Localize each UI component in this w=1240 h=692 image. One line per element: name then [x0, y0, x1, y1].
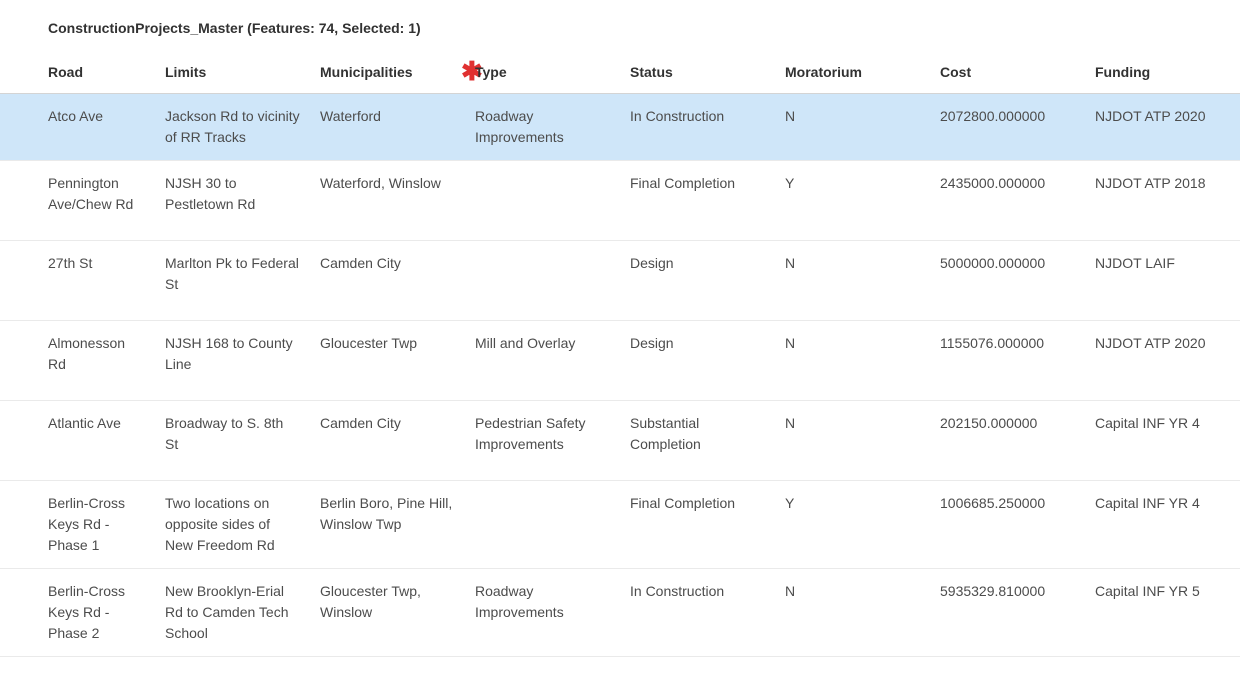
- column-header-label: Funding: [1095, 64, 1150, 80]
- cell-status[interactable]: Design: [620, 241, 775, 321]
- cell-funding[interactable]: Capital INF YR 4: [1085, 401, 1240, 481]
- column-header-label: Municipalities: [320, 64, 413, 80]
- cell-municipalities[interactable]: Camden City: [310, 401, 465, 481]
- cell-type[interactable]: Pedestrian Safety Improvements: [465, 401, 620, 481]
- cell-moratorium[interactable]: N: [775, 401, 930, 481]
- cell-road[interactable]: Berlin-Cross Keys Rd - Phase 2: [0, 569, 155, 657]
- cell-road[interactable]: Atco Ave: [0, 94, 155, 161]
- cell-cost[interactable]: 202150.000000: [930, 401, 1085, 481]
- cell-cost[interactable]: 5000000.000000: [930, 241, 1085, 321]
- cell-limits[interactable]: Two locations on opposite sides of New F…: [155, 481, 310, 569]
- cell-limits[interactable]: Marlton Pk to Federal St: [155, 241, 310, 321]
- cell-moratorium[interactable]: N: [775, 241, 930, 321]
- cell-road[interactable]: Almonesson Rd: [0, 321, 155, 401]
- column-header-funding[interactable]: Funding: [1085, 52, 1240, 94]
- cell-road[interactable]: Berlin-Cross Keys Rd - Phase 1: [0, 481, 155, 569]
- cell-cost[interactable]: 5935329.810000: [930, 569, 1085, 657]
- cell-status[interactable]: In Construction: [620, 94, 775, 161]
- cell-funding[interactable]: NJDOT ATP 2020: [1085, 94, 1240, 161]
- cell-type[interactable]: [465, 481, 620, 569]
- cell-funding[interactable]: NJDOT ATP 2020: [1085, 321, 1240, 401]
- cell-road[interactable]: Atlantic Ave: [0, 401, 155, 481]
- table-row[interactable]: Pennington Ave/Chew RdNJSH 30 to Pestlet…: [0, 161, 1240, 241]
- column-header-type[interactable]: Type: [465, 52, 620, 94]
- cell-type[interactable]: Roadway Improvements: [465, 569, 620, 657]
- cell-cost[interactable]: 1155076.000000: [930, 321, 1085, 401]
- cell-limits[interactable]: Broadway to S. 8th St: [155, 401, 310, 481]
- cell-limits[interactable]: New Brooklyn-Erial Rd to Camden Tech Sch…: [155, 569, 310, 657]
- cell-moratorium[interactable]: N: [775, 321, 930, 401]
- attribute-table: Road Limits Municipalities✱ Type Status Morat…: [0, 52, 1240, 657]
- cell-type[interactable]: [465, 241, 620, 321]
- cell-moratorium[interactable]: Y: [775, 161, 930, 241]
- column-header-label: Type: [475, 64, 507, 80]
- table-row[interactable]: Berlin-Cross Keys Rd - Phase 1Two locati…: [0, 481, 1240, 569]
- cell-funding[interactable]: NJDOT LAIF: [1085, 241, 1240, 321]
- column-header-cost[interactable]: Cost: [930, 52, 1085, 94]
- column-header-limits[interactable]: Limits: [155, 52, 310, 94]
- attribute-table-panel: ConstructionProjects_Master (Features: 7…: [0, 0, 1240, 657]
- cell-municipalities[interactable]: Gloucester Twp: [310, 321, 465, 401]
- cell-municipalities[interactable]: Camden City: [310, 241, 465, 321]
- cell-cost[interactable]: 2435000.000000: [930, 161, 1085, 241]
- cell-status[interactable]: Substantial Completion: [620, 401, 775, 481]
- cell-status[interactable]: In Construction: [620, 569, 775, 657]
- column-header-moratorium[interactable]: Moratorium: [775, 52, 930, 94]
- cell-cost[interactable]: 1006685.250000: [930, 481, 1085, 569]
- column-header-label: Limits: [165, 64, 206, 80]
- table-row[interactable]: Atco AveJackson Rd to vicinity of RR Tra…: [0, 94, 1240, 161]
- cell-municipalities[interactable]: Berlin Boro, Pine Hill, Winslow Twp: [310, 481, 465, 569]
- cell-municipalities[interactable]: Waterford, Winslow: [310, 161, 465, 241]
- table-title: ConstructionProjects_Master (Features: 7…: [0, 20, 1240, 52]
- cell-type[interactable]: Mill and Overlay: [465, 321, 620, 401]
- cell-funding[interactable]: NJDOT ATP 2018: [1085, 161, 1240, 241]
- column-header-road[interactable]: Road: [0, 52, 155, 94]
- cell-type[interactable]: Roadway Improvements: [465, 94, 620, 161]
- table-header-row: Road Limits Municipalities✱ Type Status Morat…: [0, 52, 1240, 94]
- cell-road[interactable]: 27th St: [0, 241, 155, 321]
- cell-municipalities[interactable]: Gloucester Twp, Winslow: [310, 569, 465, 657]
- table-row[interactable]: Almonesson RdNJSH 168 to County LineGlou…: [0, 321, 1240, 401]
- table-row[interactable]: Atlantic AveBroadway to S. 8th StCamden …: [0, 401, 1240, 481]
- cell-status[interactable]: Design: [620, 321, 775, 401]
- cell-status[interactable]: Final Completion: [620, 161, 775, 241]
- cell-moratorium[interactable]: N: [775, 94, 930, 161]
- cell-moratorium[interactable]: N: [775, 569, 930, 657]
- table-row[interactable]: Berlin-Cross Keys Rd - Phase 2New Brookl…: [0, 569, 1240, 657]
- cell-status[interactable]: Final Completion: [620, 481, 775, 569]
- cell-road[interactable]: Pennington Ave/Chew Rd: [0, 161, 155, 241]
- column-header-label: Road: [48, 64, 83, 80]
- cell-type[interactable]: [465, 161, 620, 241]
- cell-funding[interactable]: Capital INF YR 4: [1085, 481, 1240, 569]
- cell-limits[interactable]: Jackson Rd to vicinity of RR Tracks: [155, 94, 310, 161]
- cell-limits[interactable]: NJSH 168 to County Line: [155, 321, 310, 401]
- cell-municipalities[interactable]: Waterford: [310, 94, 465, 161]
- cell-funding[interactable]: Capital INF YR 5: [1085, 569, 1240, 657]
- column-header-municipalities[interactable]: Municipalities✱: [310, 52, 465, 94]
- table-row[interactable]: 27th StMarlton Pk to Federal StCamden Ci…: [0, 241, 1240, 321]
- column-header-status[interactable]: Status: [620, 52, 775, 94]
- column-header-label: Moratorium: [785, 64, 862, 80]
- cell-cost[interactable]: 2072800.000000: [930, 94, 1085, 161]
- column-header-label: Cost: [940, 64, 971, 80]
- cell-limits[interactable]: NJSH 30 to Pestletown Rd: [155, 161, 310, 241]
- cell-moratorium[interactable]: Y: [775, 481, 930, 569]
- column-header-label: Status: [630, 64, 673, 80]
